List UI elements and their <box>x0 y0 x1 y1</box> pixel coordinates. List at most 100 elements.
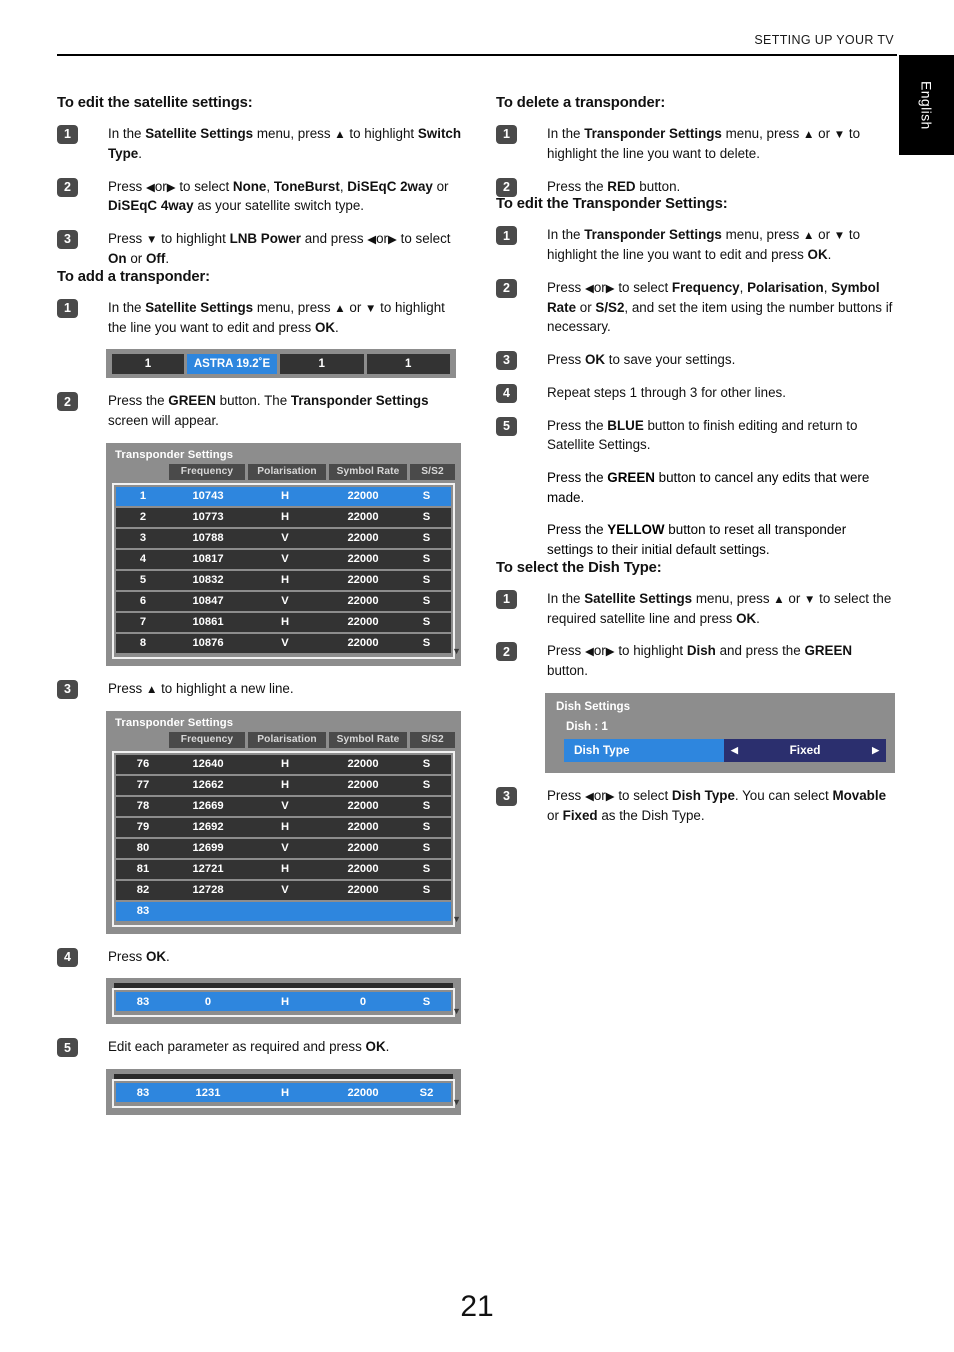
table-cell: 12728 <box>192 884 224 897</box>
table-row[interactable]: 78 12669 V 22000 S <box>116 796 451 816</box>
step-text: In the Transponder Settings menu, press … <box>547 227 861 263</box>
table-row[interactable]: 7 10861 H 22000 S <box>116 612 451 632</box>
table-cell: 12669 <box>192 800 224 813</box>
table-row[interactable]: 76 12640 H 22000 S <box>116 754 451 774</box>
left-arrow-icon[interactable]: ◀ <box>731 745 738 756</box>
table-cell: 22000 <box>347 532 379 545</box>
satellite-row-cell[interactable]: ASTRA 19.2˚E <box>187 354 277 375</box>
step-number-badge: 3 <box>496 787 517 806</box>
table-row[interactable]: 4 10817 V 22000 S <box>116 549 451 569</box>
step-text: In the Satellite Settings menu, press ▲ … <box>108 299 445 335</box>
table-cell: 79 <box>136 821 150 834</box>
table-cell: H <box>280 511 290 524</box>
table-cell: V <box>281 595 289 608</box>
table-cell: H <box>280 1086 290 1099</box>
step-number-badge: 2 <box>57 392 78 412</box>
header-divider <box>57 54 897 56</box>
table-row[interactable]: 83 1231 H 22000 S2 <box>116 1083 451 1103</box>
table-row[interactable]: 8 10876 V 22000 S <box>116 633 451 653</box>
table-cell: 10876 <box>192 637 224 650</box>
table-cell: S <box>422 842 431 855</box>
scroll-down-arrow-icon[interactable]: ▼ <box>452 1098 461 1107</box>
step-text: Press the GREEN button. The Transponder … <box>108 393 429 429</box>
table-row[interactable]: 2 10773 H 22000 S <box>116 507 451 527</box>
table-cell: 12662 <box>192 779 224 792</box>
row-bar-frame[interactable]: 83 1231 H 22000 S2 ▼ <box>112 1079 461 1109</box>
table-cell: 22000 <box>347 553 379 566</box>
note-paragraph: Press the GREEN button to cancel any edi… <box>547 470 870 505</box>
table-cell: 1 <box>139 490 147 503</box>
table-cell: 77 <box>136 779 150 792</box>
satellite-row-cell[interactable]: 1 <box>112 354 184 375</box>
language-tab-label: English <box>918 80 935 130</box>
table-cell: 22000 <box>347 595 379 608</box>
table-cell: 12699 <box>192 842 224 855</box>
table-cell: S <box>422 532 431 545</box>
table-row[interactable]: 3 10788 V 22000 S <box>116 528 451 548</box>
dish-panel-title: Dish Settings <box>556 700 631 713</box>
transponder-column-header: Frequency <box>169 463 245 480</box>
transponder-table-body[interactable]: 76 12640 H 22000 S 77 12662 H 22000 S 78 12669 V 2200… <box>112 750 461 927</box>
table-cell: S <box>422 779 431 792</box>
table-cell: 81 <box>136 863 150 876</box>
table-row[interactable]: 83 0 H 0 S <box>116 992 451 1012</box>
transponder-edit-row-widget: 83 0 H 0 S ▼ <box>57 978 462 1025</box>
transponder-table-body[interactable]: 1 10743 H 22000 S 2 10773 H 22000 S 3 10788 V 22000 S 4… <box>112 482 461 659</box>
table-cell: 10847 <box>192 595 224 608</box>
table-cell: 5 <box>139 574 147 587</box>
language-tab: English <box>899 55 954 155</box>
table-row[interactable]: 77 12662 H 22000 S <box>116 775 451 795</box>
table-cell: H <box>280 863 290 876</box>
table-row[interactable]: 83 <box>116 901 451 921</box>
table-row[interactable]: 1 10743 H 22000 S <box>116 486 451 506</box>
scroll-down-arrow-icon[interactable]: ▼ <box>452 1007 461 1016</box>
scroll-down-arrow-icon[interactable]: ▼ <box>452 914 461 924</box>
section-heading: To select the Dish Type: <box>496 559 662 576</box>
step-text: Press ▲ to highlight a new line. <box>108 680 294 696</box>
dish-type-value-field[interactable]: ◀ Fixed ▶ <box>724 739 886 762</box>
table-row[interactable]: 82 12728 V 22000 S <box>116 880 451 900</box>
section-heading: To edit the satellite settings: <box>57 95 253 111</box>
right-arrow-icon[interactable]: ▶ <box>872 745 879 756</box>
table-cell: 83 <box>136 1086 150 1099</box>
table-row[interactable]: 81 12721 H 22000 S <box>116 859 451 879</box>
dish-type-row[interactable]: Dish Type ◀ Fixed ▶ <box>564 739 886 762</box>
row-bar-frame[interactable]: 83 0 H 0 S ▼ <box>112 988 461 1018</box>
table-cell: 10832 <box>192 574 224 587</box>
step-text: Press ◀or▶ to select Frequency, Polarisa… <box>547 279 893 335</box>
step-number-badge: 3 <box>496 351 517 371</box>
transponder-edit-row-widget: 83 1231 H 22000 S2 ▼ <box>57 1069 462 1116</box>
satellite-row-bar[interactable]: 1 ASTRA 19.2˚E 1 1 <box>106 349 456 379</box>
table-cell: S <box>422 758 431 771</box>
table-cell: 7 <box>139 616 147 629</box>
page-root: SETTING UP YOUR TV English To edit the s… <box>0 0 954 1352</box>
transponder-table-header: Frequency Polarisation Symbol Rate S/S2 <box>112 463 455 483</box>
table-cell: 3 <box>139 532 147 545</box>
satellite-row-cell[interactable]: 1 <box>280 354 364 375</box>
table-cell: S <box>422 800 431 813</box>
table-cell: V <box>281 884 289 897</box>
table-cell: V <box>281 553 289 566</box>
satellite-row-cell[interactable]: 1 <box>366 354 450 375</box>
step-item: 2 Press ◀or▶ to select Frequency, Polaris… <box>496 278 896 337</box>
scroll-down-arrow-icon[interactable]: ▼ <box>452 646 461 656</box>
table-row[interactable]: 79 12692 H 22000 S <box>116 817 451 837</box>
step-text: In the Satellite Settings menu, press ▲ … <box>547 590 892 626</box>
transponder-column-header: S/S2 <box>410 463 455 480</box>
page-number: 21 <box>460 1290 494 1323</box>
table-cell: 22000 <box>347 884 379 897</box>
section-heading: To delete a transponder: <box>496 95 666 111</box>
table-cell: H <box>280 616 290 629</box>
transponder-column-header: Polarisation <box>248 463 326 480</box>
step-text: Press ◀or▶ to select None, ToneBurst, Di… <box>108 178 449 214</box>
transponder-column-header <box>112 732 166 748</box>
table-row[interactable]: 5 10832 H 22000 S <box>116 570 451 590</box>
left-column: To edit the satellite settings: 1 In the S… <box>57 95 462 1116</box>
table-cell: 10773 <box>192 511 224 524</box>
step-item: 4 Repeat steps 1 through 3 for other line… <box>496 383 896 403</box>
table-row[interactable]: 6 10847 V 22000 S <box>116 591 451 611</box>
step-text: Edit each parameter as required and pres… <box>108 1039 390 1055</box>
satellite-settings-row-widget: 1 ASTRA 19.2˚E 1 1 <box>57 349 462 379</box>
table-row[interactable]: 80 12699 V 22000 S <box>116 838 451 858</box>
step-text: Press OK. <box>108 948 170 964</box>
